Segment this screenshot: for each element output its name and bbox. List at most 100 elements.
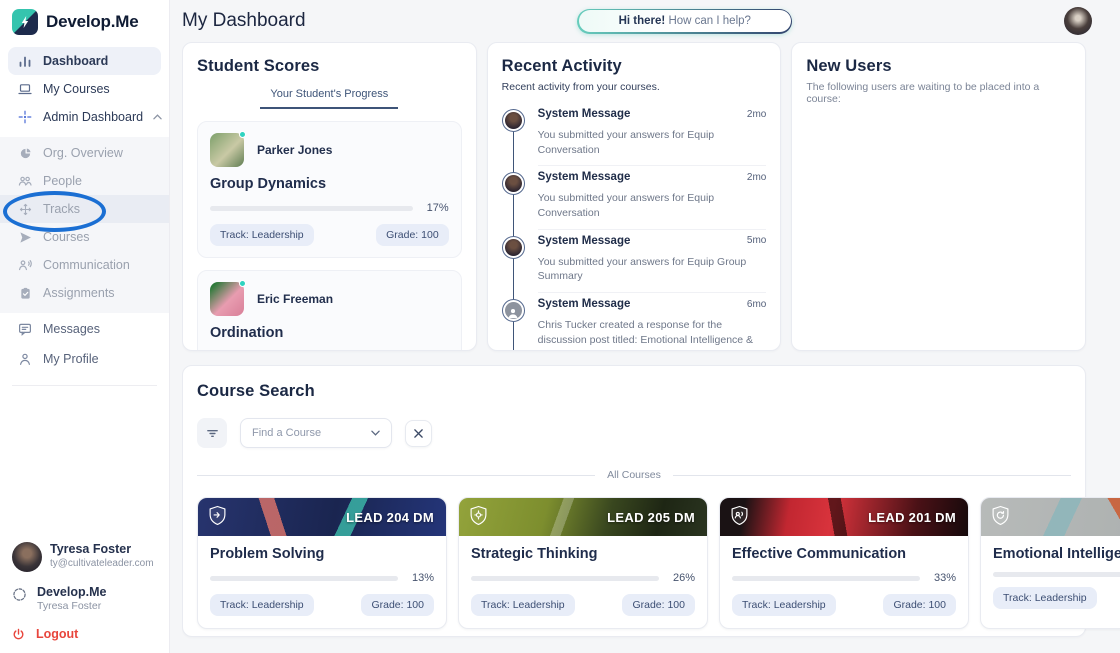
course-cards-row: LEAD 204 DM Problem Solving 13% Track: L… <box>197 497 1120 629</box>
sidebar-item-label: Communication <box>43 258 130 272</box>
course-name: Group Dynamics <box>210 176 327 192</box>
activity-item[interactable]: System Message 2mo You submitted your ans… <box>501 166 767 230</box>
activity-time: 2mo <box>746 171 767 183</box>
filter-button[interactable] <box>197 418 227 448</box>
org-switcher[interactable]: Develop.Me Tyresa Foster <box>0 585 169 612</box>
course-card[interactable]: LEAD 201 DM Effective Communication 33% … <box>719 497 969 629</box>
course-code: LEAD 204 DM <box>346 509 434 525</box>
sidebar-item-label: Messages <box>43 322 100 336</box>
track-badge: Track: Leadership <box>210 594 314 616</box>
send-icon <box>17 229 33 245</box>
activity-time: 2mo <box>746 108 767 120</box>
student-scores-panel: Student Scores Your Student's Progress P… <box>182 42 477 351</box>
course-banner: LEAD 201 DM <box>720 498 968 536</box>
student-name: Eric Freeman <box>257 292 334 306</box>
people-icon <box>17 173 33 189</box>
logout-label: Logout <box>36 627 79 641</box>
sidebar-item-label: My Profile <box>43 352 99 366</box>
sidebar-item-org-overview[interactable]: Org. Overview <box>8 139 161 167</box>
online-status-dot <box>239 131 246 138</box>
progress-percent: 17% <box>426 202 449 214</box>
course-card[interactable]: LEAD 205 DM Strategic Thinking 26% Track… <box>458 497 708 629</box>
track-badge: Track: Leadership <box>732 594 836 616</box>
org-subtitle: Tyresa Foster <box>37 600 102 612</box>
progress-bar <box>993 572 1120 577</box>
course-title: Problem Solving <box>210 546 325 562</box>
course-banner: LEAD 204 DM <box>198 498 446 536</box>
sidebar-item-assignments[interactable]: Assignments <box>8 279 161 307</box>
activity-item[interactable]: System Message 6mo Chris Tucker created a… <box>501 293 766 350</box>
course-name: Ordination <box>210 325 284 341</box>
clear-filter-button[interactable] <box>405 419 432 447</box>
course-search-controls: Find a Course <box>197 418 1071 448</box>
chat-icon <box>17 321 33 337</box>
sidebar-item-my-courses[interactable]: My Courses <box>8 75 161 103</box>
student-name: Parker Jones <box>257 143 333 157</box>
chat-greeting: Hi there! <box>618 15 666 27</box>
sidebar-nav: Dashboard My Courses Admin Dashboard Org… <box>0 43 169 373</box>
activity-time: 5mo <box>746 235 767 247</box>
divider-label: All Courses <box>607 469 661 481</box>
course-banner <box>981 498 1120 536</box>
sidebar-item-people[interactable]: People <box>8 167 161 195</box>
course-card[interactable]: Emotional Intelligence Track: Leadership <box>980 497 1120 629</box>
progress-bar <box>210 205 413 211</box>
activity-avatar <box>501 109 525 132</box>
dashboard-content: Student Scores Your Student's Progress P… <box>182 42 1120 653</box>
logout-button[interactable]: Logout <box>12 627 157 641</box>
all-courses-divider: All Courses <box>197 469 1071 481</box>
app-logo[interactable]: Develop.Me <box>0 0 169 43</box>
progress-percent: 26% <box>672 572 695 584</box>
header-avatar[interactable] <box>1064 7 1092 35</box>
sidebar-item-label: Assignments <box>43 286 115 300</box>
track-badge: Track: Leadership <box>993 587 1097 609</box>
assistant-chat-button[interactable]: Hi there! How can I help? <box>577 8 793 34</box>
progress-bar <box>732 575 920 581</box>
activity-title: System Message <box>537 234 631 247</box>
activity-title: System Message <box>537 298 631 311</box>
activity-item[interactable]: System Message 2mo You submitted your ans… <box>501 103 767 167</box>
track-badge: Track: Leadership <box>210 224 314 246</box>
progress-percent: 33% <box>933 572 956 584</box>
panel-subtitle: Recent activity from your courses. <box>501 81 660 93</box>
sidebar-item-communication[interactable]: Communication <box>8 251 161 279</box>
top-bar: My Dashboard Hi there! How can I help? <box>182 0 1120 42</box>
course-card[interactable]: LEAD 204 DM Problem Solving 13% Track: L… <box>197 497 447 629</box>
crosshair-icon <box>17 109 33 125</box>
activity-item[interactable]: System Message 5mo You submitted your ans… <box>501 230 767 294</box>
panel-title: Course Search <box>197 382 315 400</box>
move-icon <box>17 201 33 217</box>
sidebar-item-label: Courses <box>43 230 90 244</box>
activity-avatar <box>501 299 525 323</box>
student-card[interactable]: Eric Freeman Ordination 19% Track: Minis… <box>197 270 462 350</box>
course-title: Strategic Thinking <box>471 546 598 562</box>
sidebar-item-label: Dashboard <box>43 54 109 68</box>
tab-students-progress[interactable]: Your Student's Progress <box>260 88 399 109</box>
student-card[interactable]: Parker Jones Group Dynamics 17% Track: L… <box>197 121 462 258</box>
sidebar: Develop.Me Dashboard My Courses Admin Da… <box>0 0 170 653</box>
activity-body: You submitted your answers for Equip Con… <box>537 192 715 220</box>
find-course-select[interactable]: Find a Course <box>240 418 392 448</box>
grade-badge: Grade: 100 <box>376 224 449 246</box>
activity-body: Chris Tucker created a response for the … <box>537 319 754 350</box>
progress-bar <box>210 575 398 581</box>
user-email: ty@cultivateleader.com <box>50 558 154 569</box>
sidebar-item-tracks[interactable]: Tracks <box>0 195 169 223</box>
sidebar-item-admin-dashboard[interactable]: Admin Dashboard <box>8 103 162 131</box>
sidebar-item-label: My Courses <box>43 82 110 96</box>
admin-submenu: Org. Overview People Tracks Courses Comm… <box>0 137 169 313</box>
progress-bar <box>471 575 659 581</box>
sidebar-item-messages[interactable]: Messages <box>8 315 161 343</box>
sidebar-item-dashboard[interactable]: Dashboard <box>8 47 161 75</box>
org-sync-icon <box>12 587 27 607</box>
sidebar-item-label: People <box>43 174 82 188</box>
sidebar-user[interactable]: Tyresa Foster ty@cultivateleader.com <box>0 542 169 572</box>
activity-timeline: System Message 2mo You submitted your ans… <box>501 103 767 350</box>
sidebar-item-my-profile[interactable]: My Profile <box>8 345 161 373</box>
grade-badge: Grade: 100 <box>883 594 956 616</box>
course-banner: LEAD 205 DM <box>459 498 707 536</box>
logo-bolt-icon <box>12 9 38 35</box>
shield-refresh-icon <box>991 505 1010 532</box>
sidebar-item-courses[interactable]: Courses <box>8 223 161 251</box>
course-code: LEAD 205 DM <box>607 509 695 525</box>
